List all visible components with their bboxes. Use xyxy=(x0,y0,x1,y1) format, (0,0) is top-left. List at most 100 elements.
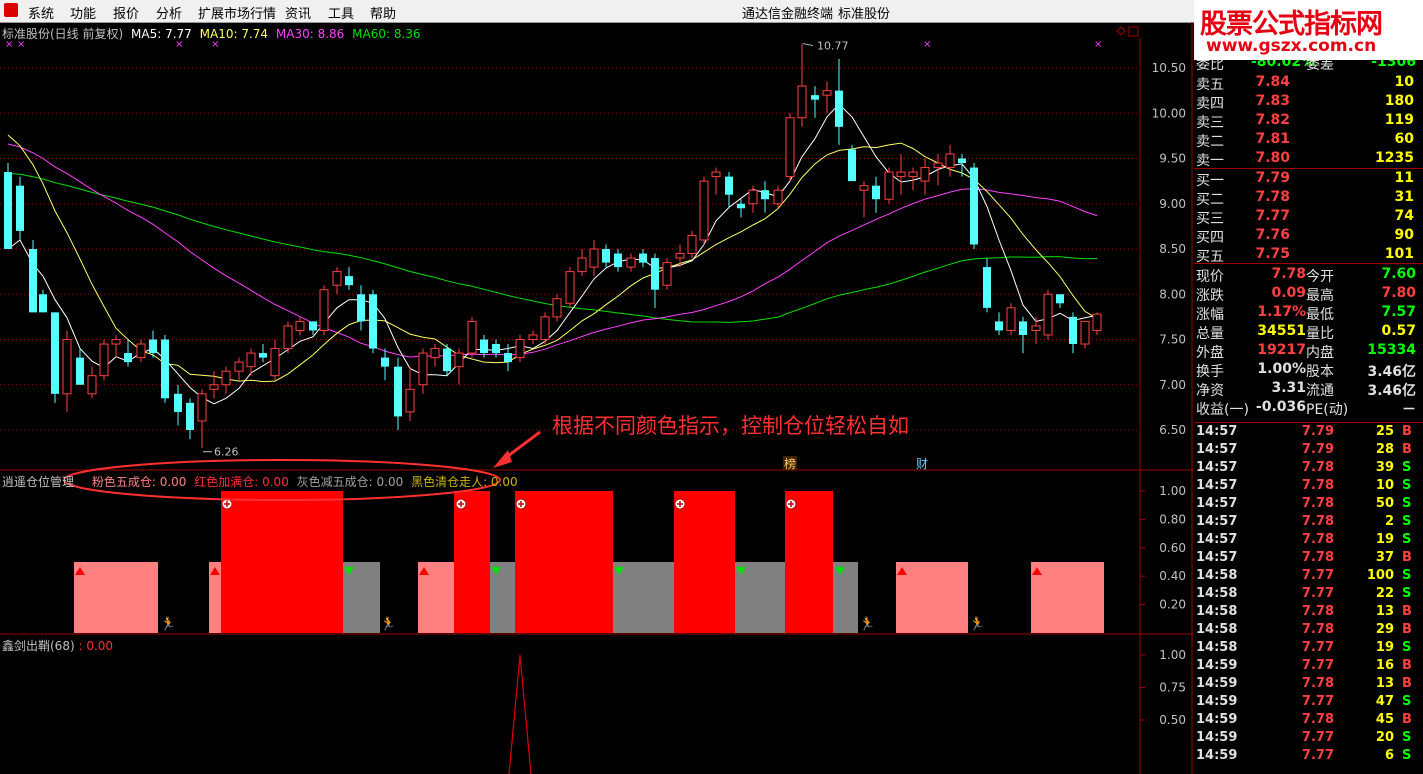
tick-row: 14:59 7.77 47 S xyxy=(1194,694,1423,712)
stat-value: 7.78 xyxy=(1271,266,1306,282)
tick-price: 7.77 xyxy=(1301,586,1334,601)
stat-value: 3.31 xyxy=(1271,380,1306,396)
candle-body xyxy=(174,393,182,412)
candle-body xyxy=(675,253,685,259)
candle-body xyxy=(626,257,636,268)
candle-body xyxy=(492,344,500,354)
ind2-tick-label: 0.50 xyxy=(1159,713,1186,727)
tick-time: 14:58 xyxy=(1196,568,1238,583)
candle-body xyxy=(737,203,745,209)
low-price-label: 6.26 xyxy=(214,446,239,459)
finance-marker-label[interactable]: 财 xyxy=(916,457,928,471)
candle-body xyxy=(958,158,966,164)
candle-body xyxy=(197,393,207,422)
candle-body xyxy=(797,85,807,119)
ind1-tick-label: 0.40 xyxy=(1159,569,1186,583)
tick-row: 14:59 7.77 16 B xyxy=(1194,658,1423,676)
price-tick-label: 10.50 xyxy=(1152,61,1186,75)
tick-volume: 39 xyxy=(1375,460,1394,475)
stat-label: 总量 xyxy=(1196,326,1224,342)
candle-body xyxy=(369,294,377,349)
stat-value: 3.46亿 xyxy=(1367,383,1416,399)
indicator1-gray-field: 灰色减五成仓: 0.00 xyxy=(296,475,404,489)
tick-volume: 29 xyxy=(1375,622,1394,637)
candle-body xyxy=(699,180,709,241)
ask-price: 7.80 xyxy=(1255,150,1290,166)
tick-direction: S xyxy=(1402,640,1412,655)
tick-direction: S xyxy=(1402,568,1412,583)
candle-body xyxy=(872,185,880,200)
stat-label: 涨跌 xyxy=(1196,288,1224,304)
ask-volume: 119 xyxy=(1384,112,1414,128)
stat-value: 34551 xyxy=(1257,323,1306,339)
rank-marker-label[interactable]: 榜 xyxy=(784,456,796,471)
candle-body xyxy=(995,321,1003,331)
bid-row: 买二 7.78 31 xyxy=(1194,189,1423,208)
candle-body xyxy=(848,149,856,182)
candle-body xyxy=(405,388,415,413)
tick-direction: B xyxy=(1402,424,1412,439)
tick-row: 14:59 7.78 45 B xyxy=(1194,712,1423,730)
bid-price: 7.77 xyxy=(1255,208,1290,224)
candle-body xyxy=(467,320,477,354)
indicator1-legend: 逍遥仓位管理 粉色五成仓: 0.00 红色加满仓: 0.00 灰色减五成仓: 0… xyxy=(2,473,518,490)
candle-body xyxy=(124,353,132,363)
tick-price: 7.79 xyxy=(1301,424,1334,439)
position-block-pink xyxy=(74,562,158,633)
candle-body xyxy=(186,402,194,430)
tick-row: 14:58 7.77 22 S xyxy=(1194,586,1423,604)
tick-price: 7.78 xyxy=(1301,622,1334,637)
tick-price: 7.78 xyxy=(1301,604,1334,619)
candle-body xyxy=(111,339,121,345)
tick-direction: B xyxy=(1402,712,1412,727)
annotation-arrowhead xyxy=(493,450,512,468)
ma-cross-marker: × xyxy=(211,39,219,50)
tick-direction: S xyxy=(1402,532,1412,547)
tick-price: 7.77 xyxy=(1301,694,1334,709)
ask-level-label: 卖五 xyxy=(1196,77,1224,93)
tick-price: 7.78 xyxy=(1301,478,1334,493)
diamond-icon[interactable] xyxy=(1116,26,1126,36)
tick-time: 14:58 xyxy=(1196,622,1238,637)
candle-body xyxy=(99,343,109,377)
price-tick-label: 7.50 xyxy=(1159,333,1186,347)
exit-runner-icon: 🏃 xyxy=(160,616,176,632)
price-tick-label: 10.00 xyxy=(1152,106,1186,120)
brand-url: www.gszx.com.cn xyxy=(1206,36,1377,56)
chart-canvas[interactable]: 10.77 6.26 × × × × × × 榜 财 1.00 0.80 0.60 0.40 0.20 🏃 🏃… xyxy=(0,0,1194,774)
position-block-pink xyxy=(1031,562,1104,633)
candle-body xyxy=(62,339,72,395)
tick-row: 14:57 7.78 10 S xyxy=(1194,478,1423,496)
candle-body xyxy=(662,262,672,286)
tick-price: 7.77 xyxy=(1301,748,1334,763)
tick-time: 14:58 xyxy=(1196,604,1238,619)
annotation-text: 根据不同颜色指示，控制仓位轻松自如 xyxy=(552,414,909,438)
candle-body xyxy=(149,339,157,354)
tick-row: 14:59 7.78 13 B xyxy=(1194,676,1423,694)
stat-row: 涨跌 0.09 最高 7.80 xyxy=(1194,285,1423,304)
candle-body xyxy=(504,353,512,363)
candle-body xyxy=(1080,320,1090,345)
tick-volume: 10 xyxy=(1375,478,1394,493)
tick-time: 14:57 xyxy=(1196,532,1238,547)
tick-direction: S xyxy=(1402,496,1412,511)
candle-body xyxy=(577,257,587,273)
candle-body xyxy=(1043,293,1053,336)
candle-body xyxy=(394,366,402,417)
candle-body xyxy=(540,316,550,340)
tick-volume: 20 xyxy=(1375,730,1394,745)
ma-cross-marker: × xyxy=(175,39,183,50)
candle-body xyxy=(725,176,733,195)
tick-price: 7.77 xyxy=(1301,730,1334,745)
bid-row: 买五 7.75 101 xyxy=(1194,246,1423,265)
tick-time: 14:59 xyxy=(1196,658,1238,673)
quote-separator xyxy=(1194,263,1423,264)
tick-row: 14:57 7.78 39 S xyxy=(1194,460,1423,478)
tick-price: 7.78 xyxy=(1301,676,1334,691)
tick-time: 14:57 xyxy=(1196,460,1238,475)
tick-direction: S xyxy=(1402,748,1412,763)
tick-row: 14:57 7.78 19 S xyxy=(1194,532,1423,550)
tick-time: 14:58 xyxy=(1196,640,1238,655)
restore-icon[interactable] xyxy=(1128,26,1139,37)
stat-label: 最高 xyxy=(1306,288,1334,304)
